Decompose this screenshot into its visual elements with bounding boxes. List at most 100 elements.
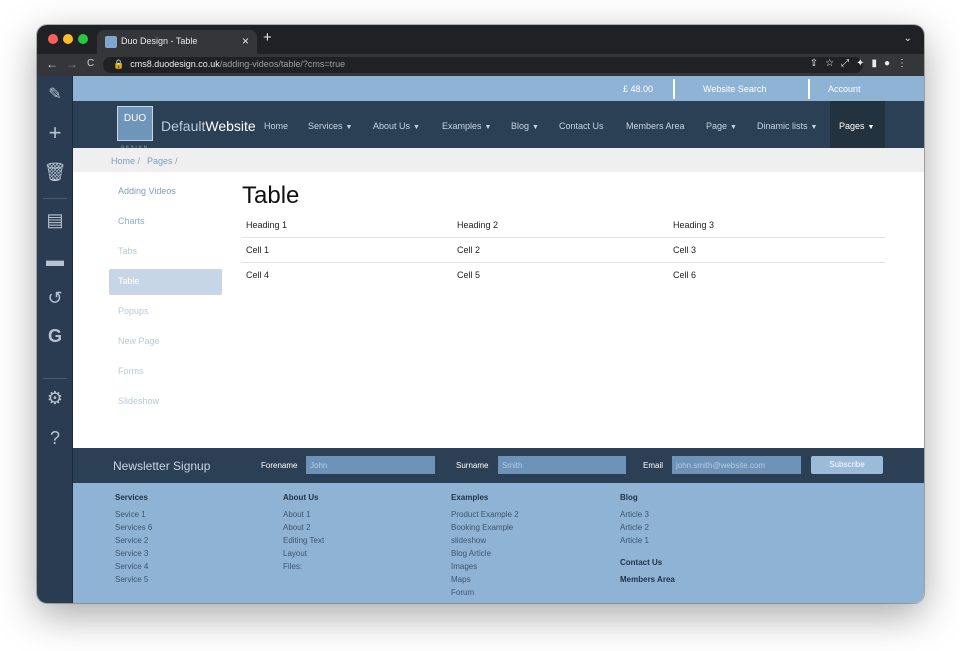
brand-part-b: Website (205, 118, 256, 134)
site-logo[interactable]: DUO DESIGN (117, 106, 153, 149)
menu-page[interactable]: Page ▼ (706, 121, 737, 131)
gear-icon[interactable]: ⚙ (37, 388, 73, 409)
history-icon[interactable]: ↺ (37, 288, 73, 309)
nav-new-page[interactable]: New Page (118, 336, 160, 346)
menu-members-area[interactable]: Members Area (626, 121, 685, 131)
menu-label: Page (706, 121, 728, 131)
trash-icon[interactable]: 🗑 (37, 162, 73, 183)
table-cell: Cell 5 (457, 270, 481, 280)
footer-link[interactable]: Blog Article (451, 549, 519, 558)
email-label: Email (643, 461, 664, 470)
footer-link[interactable]: Layout (283, 549, 324, 558)
nav-tabs[interactable]: Tabs (118, 246, 137, 256)
table-header-cell: Heading 2 (457, 220, 499, 230)
cms-divider (43, 198, 67, 199)
breadcrumb-home[interactable]: Home / (111, 156, 140, 166)
website-search-link[interactable]: Website Search (703, 84, 766, 94)
lock-icon: 🔒 (113, 59, 125, 69)
subscribe-button[interactable]: Subscribe (811, 456, 883, 474)
footer-link[interactable]: Images (451, 562, 519, 571)
table-row: Cell 1 Cell 2 Cell 3 (241, 238, 885, 263)
surname-label: Surname (456, 461, 489, 470)
menu-services[interactable]: Services ▼ (308, 121, 352, 131)
tab-close-icon[interactable]: × (242, 34, 249, 48)
footer-link[interactable]: About 1 (283, 510, 324, 519)
menu-label: Members Area (626, 121, 685, 131)
logo-text: DUO (123, 113, 147, 124)
footer-link[interactable]: Files: (283, 562, 324, 571)
footer-link[interactable]: Product Example 2 (451, 510, 519, 519)
table-cell: Cell 3 (673, 245, 697, 255)
footer-col-examples: Examples Product Example 2 Booking Examp… (451, 493, 519, 601)
footer-link[interactable]: Forum (451, 588, 519, 597)
nav-forms[interactable]: Forms (118, 366, 144, 376)
help-icon[interactable]: ? (37, 428, 73, 449)
reload-button[interactable]: C (87, 58, 94, 69)
menu-pages[interactable]: Pages ▼ (839, 121, 874, 131)
menu-about-us[interactable]: About Us ▼ (373, 121, 420, 131)
minimize-window-button[interactable] (63, 34, 73, 44)
tab-search-chevron-icon[interactable]: ⌄ (904, 33, 912, 44)
footer-members-link[interactable]: Members Area (620, 575, 675, 584)
footer-link[interactable]: Services 6 (115, 523, 152, 532)
folder-icon[interactable]: ▬ (37, 250, 73, 271)
breadcrumb-pages[interactable]: Pages / (147, 156, 178, 166)
footer-contact-link[interactable]: Contact Us (620, 558, 675, 567)
menu-label: Contact Us (559, 121, 604, 131)
account-link[interactable]: Account (828, 84, 861, 94)
cart-total[interactable]: £ 48.00 (623, 84, 653, 94)
tab-bar: Duo Design - Table × + ⌄ (37, 25, 924, 54)
browser-tab[interactable]: Duo Design - Table × (97, 30, 257, 54)
menu-label: Services (308, 121, 343, 131)
close-window-button[interactable] (48, 34, 58, 44)
nav-adding-videos[interactable]: Adding Videos (118, 186, 176, 196)
footer-link[interactable]: Editing Text (283, 536, 324, 545)
menu-label: Dinamic lists (757, 121, 808, 131)
footer-col-about: About Us About 1 About 2 Editing Text La… (283, 493, 324, 575)
new-tab-button[interactable]: + (263, 29, 272, 46)
plus-icon[interactable]: + (37, 120, 73, 146)
back-button[interactable]: ← (46, 57, 58, 71)
footer-link[interactable]: Article 1 (620, 536, 675, 545)
brand-part-a: Default (161, 118, 206, 134)
menu-home[interactable]: Home (264, 121, 288, 131)
email-input[interactable] (672, 456, 801, 474)
website: £ 48.00 Website Search Account DUO DESIG… (73, 76, 924, 603)
nav-charts[interactable]: Charts (118, 216, 145, 226)
footer-link[interactable]: Maps (451, 575, 519, 584)
footer-link[interactable]: Service 5 (115, 575, 152, 584)
footer-link[interactable]: Service 3 (115, 549, 152, 558)
menu-dinamic-lists[interactable]: Dinamic lists ▼ (757, 121, 817, 131)
footer-heading: Examples (451, 493, 489, 502)
url-field[interactable]: 🔒 cms8.duodesign.co.uk/adding-videos/tabl… (103, 57, 863, 73)
footer-link[interactable]: Sevice 1 (115, 510, 152, 519)
menu-label: Blog (511, 121, 530, 131)
footer-link[interactable]: slideshow (451, 536, 519, 545)
menu-contact-us[interactable]: Contact Us (559, 121, 604, 131)
menu-blog[interactable]: Blog ▼ (511, 121, 539, 131)
content-table: Heading 1 Heading 2 Heading 3 Cell 1 Cel… (241, 213, 885, 288)
footer-link[interactable]: About 2 (283, 523, 324, 532)
forward-button[interactable]: → (66, 57, 78, 71)
footer-link[interactable]: Article 2 (620, 523, 675, 532)
footer-link[interactable]: Booking Example (451, 523, 519, 532)
table-header-cell: Heading 3 (673, 220, 715, 230)
nav-table[interactable]: Table (118, 276, 140, 286)
pencil-icon[interactable]: ✎ (37, 84, 73, 104)
footer-link[interactable]: Service 2 (115, 536, 152, 545)
footer-link[interactable]: Service 4 (115, 562, 152, 571)
footer-link[interactable]: Article 3 (620, 510, 675, 519)
google-icon[interactable]: G (37, 326, 73, 347)
brand-name[interactable]: DefaultWebsite (161, 118, 256, 134)
forename-input[interactable] (306, 456, 435, 474)
maximize-window-button[interactable] (78, 34, 88, 44)
browser-toolbar-icons[interactable]: ⇪☆⤢✦▮●⋮ (810, 58, 914, 69)
nav-slideshow[interactable]: Slideshow (118, 396, 159, 406)
footer-heading: Blog (620, 493, 638, 502)
surname-input[interactable] (498, 456, 626, 474)
document-icon[interactable]: ▤ (37, 210, 73, 231)
menu-label: About Us (373, 121, 411, 131)
nav-popups[interactable]: Popups (118, 306, 149, 316)
menu-examples[interactable]: Examples ▼ (442, 121, 491, 131)
newsletter-title: Newsletter Signup (113, 459, 211, 473)
